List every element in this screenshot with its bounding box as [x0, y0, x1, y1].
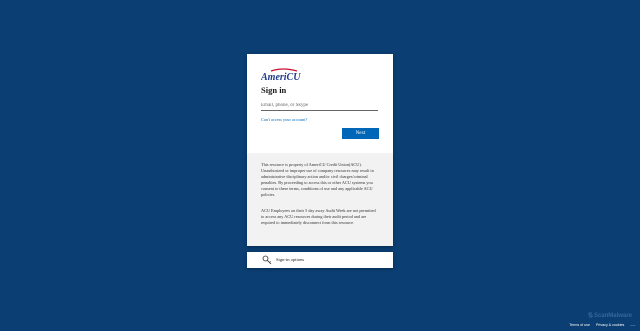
- privacy-cookies-link[interactable]: Privacy & cookies: [596, 323, 624, 327]
- next-button[interactable]: Next: [342, 128, 379, 139]
- more-options-icon[interactable]: ...: [630, 322, 636, 327]
- notice-paragraph-1: This resource is property of AmeriCU Cre…: [261, 162, 374, 197]
- legal-notice: This resource is property of AmeriCU Cre…: [247, 153, 393, 246]
- email-input[interactable]: [261, 100, 378, 111]
- scanmalware-logo-icon: [588, 312, 593, 318]
- scanmalware-watermark: ScanMalware: [588, 312, 632, 319]
- notice-paragraph-2: ACU Employees on their 5 day away Audit …: [261, 208, 376, 225]
- page-background: AmeriCU Sign in Can't access your accoun…: [0, 0, 640, 331]
- terms-of-use-link[interactable]: Terms of use: [569, 323, 590, 327]
- key-icon: [262, 255, 272, 265]
- signin-options-button[interactable]: Sign-in options: [247, 252, 393, 268]
- cant-access-account-link[interactable]: Can't access your account?: [261, 117, 307, 122]
- watermark-text: ScanMalware: [593, 313, 632, 319]
- footer: Terms of use Privacy & cookies ...: [569, 322, 636, 327]
- page-title: Sign in: [261, 85, 287, 95]
- signin-options-label: Sign-in options: [276, 257, 305, 262]
- logo-wordmark: AmeriCU: [261, 72, 301, 82]
- americu-logo: AmeriCU: [261, 68, 301, 82]
- signin-card: AmeriCU Sign in Can't access your accoun…: [247, 54, 393, 246]
